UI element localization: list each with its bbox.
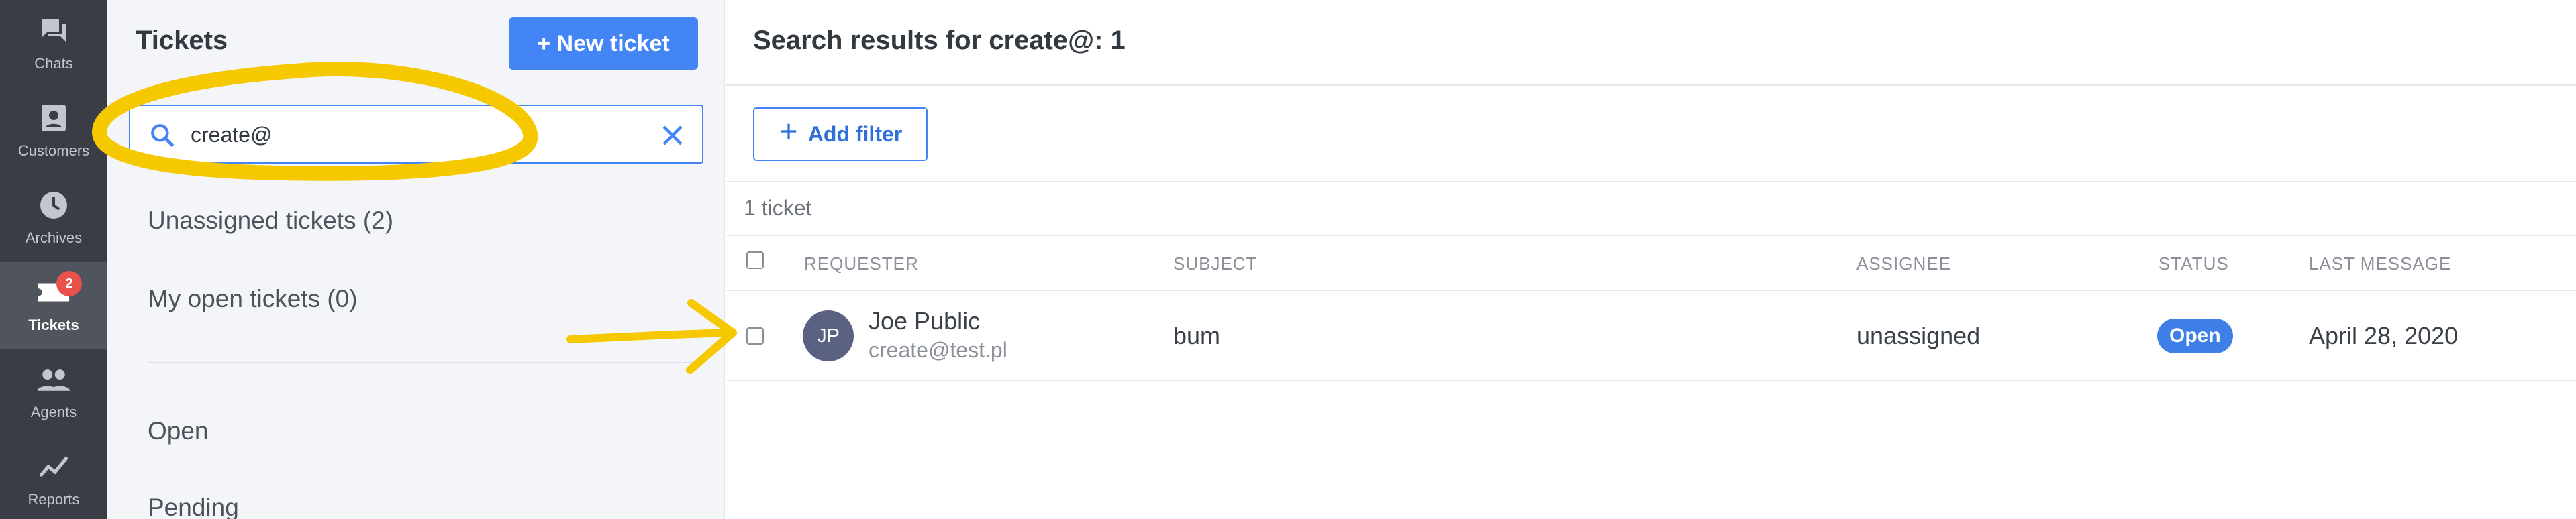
filter-unassigned-tickets[interactable]: Unassigned tickets (2) [148, 207, 393, 235]
divider [726, 380, 2576, 381]
column-header-subject[interactable]: SUBJECT [1173, 253, 1257, 274]
column-header-assignee[interactable]: ASSIGNEE [1856, 253, 1951, 274]
archives-icon [35, 186, 72, 224]
rail-item-chats[interactable]: Chats [0, 0, 107, 87]
nav-rail: Chats Customers Archives 2 Tickets Agent… [0, 0, 107, 519]
tickets-panel: Tickets + New ticket Unassigned tickets … [107, 0, 725, 519]
column-header-status[interactable]: STATUS [2159, 253, 2229, 274]
filter-open[interactable]: Open [148, 417, 209, 445]
ticket-assignee: unassigned [1856, 322, 1981, 349]
rail-item-agents[interactable]: Agents [0, 349, 107, 436]
rail-item-tickets[interactable]: 2 Tickets [0, 262, 107, 349]
search-input[interactable] [191, 117, 620, 153]
filter-my-open-tickets[interactable]: My open tickets (0) [148, 285, 358, 313]
new-ticket-button[interactable]: + New ticket [509, 17, 698, 70]
divider [726, 181, 2576, 182]
rail-item-reports[interactable]: Reports [0, 436, 107, 519]
search-field [129, 105, 703, 164]
results-prefix: Search results for [753, 25, 989, 55]
row-checkbox[interactable] [746, 327, 764, 345]
filter-pending[interactable]: Pending [148, 494, 239, 519]
clear-icon[interactable] [658, 121, 687, 150]
results-query: create@ [989, 25, 1095, 55]
divider [726, 84, 2576, 86]
tickets-icon: 2 [35, 271, 82, 311]
panel-title: Tickets [136, 25, 228, 55]
select-all-checkbox[interactable] [746, 251, 764, 269]
rail-item-customers[interactable]: Customers [0, 87, 107, 174]
reports-icon [35, 448, 72, 485]
add-filter-label: Add filter [807, 121, 903, 146]
rail-item-archives[interactable]: Archives [0, 174, 107, 262]
search-results: Search results for create@: 1 Add filter… [726, 0, 2576, 519]
last-message-date: April 28, 2020 [2309, 322, 2459, 349]
ticket-subject[interactable]: bum [1173, 322, 1220, 350]
results-suffix: : 1 [1094, 25, 1126, 55]
rail-label: Reports [28, 491, 80, 508]
search-icon [148, 121, 177, 150]
rail-label: Agents [30, 404, 77, 420]
divider [726, 235, 2576, 236]
avatar: JP [803, 310, 854, 361]
add-filter-button[interactable]: Add filter [753, 107, 928, 161]
divider [148, 362, 702, 363]
tickets-badge: 2 [56, 271, 82, 296]
chats-icon [35, 12, 72, 50]
results-heading: Search results for create@: 1 [753, 25, 1126, 56]
rail-label: Tickets [28, 316, 79, 333]
rail-label: Customers [17, 142, 90, 159]
app-window: Chats Customers Archives 2 Tickets Agent… [0, 0, 2576, 519]
column-header-last-message[interactable]: LAST MESSAGE [2309, 253, 2451, 274]
column-header-requester[interactable]: REQUESTER [804, 253, 919, 274]
status-badge: Open [2157, 319, 2233, 353]
requester-email: create@test.pl [869, 338, 1007, 362]
requester-name[interactable]: Joe Public [869, 307, 980, 335]
customers-icon [35, 99, 72, 137]
table-row[interactable]: JP Joe Public create@test.pl bum unassig… [726, 291, 2576, 381]
agents-icon [35, 361, 72, 398]
ticket-count: 1 ticket [744, 196, 812, 220]
rail-label: Archives [25, 229, 83, 246]
rail-label: Chats [34, 55, 73, 72]
plus-icon [779, 121, 799, 147]
